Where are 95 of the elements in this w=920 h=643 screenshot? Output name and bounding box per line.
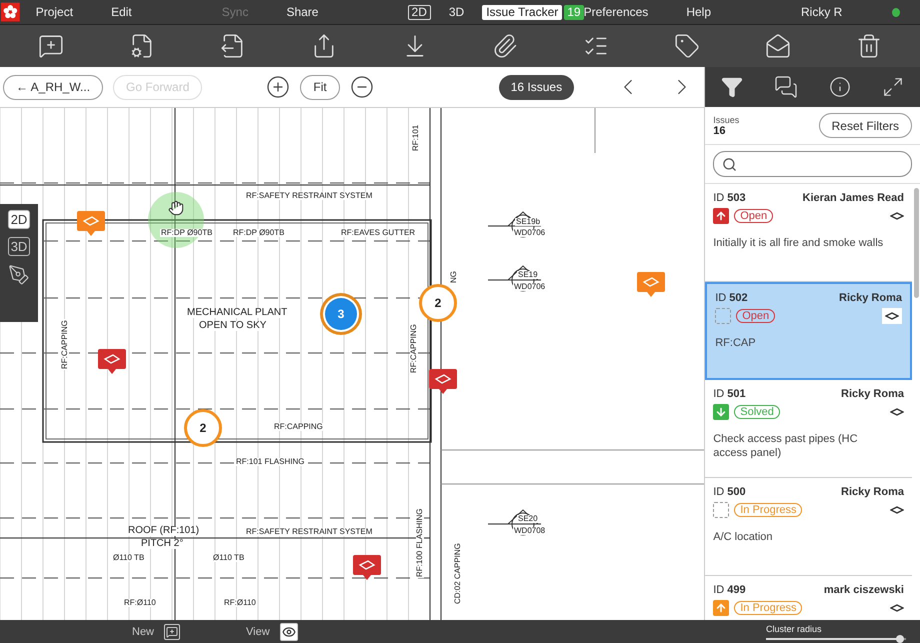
expand-icon[interactable] xyxy=(882,76,904,98)
issues-count: 16 xyxy=(713,124,726,136)
app-logo xyxy=(1,1,20,23)
drawing-label: PITCH 2° xyxy=(140,539,184,549)
zoom-in-icon[interactable] xyxy=(266,75,290,99)
comments-icon[interactable] xyxy=(774,75,798,99)
issues-label: Issues xyxy=(713,114,740,124)
pen-icon[interactable] xyxy=(8,264,30,286)
issue-id: ID 501 xyxy=(713,388,746,400)
drawing-label: RF:Ø110 xyxy=(123,599,157,607)
drawing-label: WD0708 xyxy=(513,527,546,535)
drawing-label: WD0706 xyxy=(513,283,546,291)
drawing-label: SE19b xyxy=(515,218,542,226)
issue-tracker-tab[interactable]: Issue Tracker xyxy=(482,4,562,20)
status-label: In Progress xyxy=(734,503,802,517)
drawing-label: Ø110 TB xyxy=(112,554,146,562)
fit-button[interactable]: Fit xyxy=(300,74,340,100)
issue-author: Ricky Roma xyxy=(841,388,904,400)
menu-item[interactable]: Share xyxy=(286,5,318,19)
info-icon[interactable] xyxy=(829,76,852,98)
add-comment-icon[interactable] xyxy=(38,33,64,59)
search-field[interactable] xyxy=(713,151,912,177)
menu-item[interactable]: Edit xyxy=(111,5,132,19)
issue-id: ID 499 xyxy=(713,584,746,596)
issue-cluster[interactable]: 3 xyxy=(325,298,357,330)
issue-description: Check access past pipes (HC access panel) xyxy=(713,432,859,460)
drawing-label: RF:100 FLASHING xyxy=(416,508,424,578)
new-label: New xyxy=(132,626,154,638)
pin-icon xyxy=(882,308,902,324)
drawing-label: RF:CAPPING xyxy=(61,319,69,370)
view-tab[interactable]: 2D xyxy=(8,210,30,229)
issue-id: ID 502 xyxy=(715,292,748,304)
new-issue-button[interactable] xyxy=(164,624,180,640)
drawing-label: OPEN TO SKY xyxy=(198,321,268,331)
drawing-label: RF:CAPPING xyxy=(273,423,324,431)
paperclip-icon[interactable] xyxy=(492,33,518,59)
drawing-label: NG xyxy=(450,270,458,284)
issue-author: Ricky Roma xyxy=(839,292,902,304)
status-label: Solved xyxy=(734,405,780,419)
drawing-label: RF:101 xyxy=(412,124,420,152)
issue-description: A/C location xyxy=(713,530,774,544)
reset-filters-button[interactable]: Reset Filters xyxy=(818,113,912,138)
scrollbar[interactable] xyxy=(914,188,919,298)
issue-author: Ricky Roma xyxy=(841,486,904,498)
cluster-radius-label: Cluster radius xyxy=(766,624,823,634)
issue-description: Initially it is all fire and smoke walls xyxy=(713,236,884,250)
issue-count-label: 16 Issues xyxy=(498,74,574,100)
pin-icon xyxy=(890,211,904,221)
menu-item[interactable]: Project xyxy=(36,5,74,19)
mode-tab[interactable]: 2D xyxy=(408,4,431,20)
drawing-label: RF:EAVES GUTTER xyxy=(340,229,416,237)
issue-author: mark ciszewski xyxy=(824,584,904,596)
slider-thumb[interactable] xyxy=(896,634,904,642)
drawing-label: RF:SAFETY RESTRAINT SYSTEM xyxy=(245,528,374,536)
drawing-label: RF:DP Ø90TB xyxy=(232,229,286,237)
tag-icon[interactable] xyxy=(674,33,700,59)
drawing-label: CD:02 CAPPING xyxy=(454,542,462,605)
drawing-label: WD0706 xyxy=(513,229,546,237)
drawing-label: MECHANICAL PLANT xyxy=(186,308,288,318)
view-label: View xyxy=(246,626,270,638)
drawing-label: RF:SAFETY RESTRAINT SYSTEM xyxy=(245,192,374,200)
drawing-label: ROOF (RF:101) xyxy=(127,526,200,536)
status-label: In Progress xyxy=(734,601,802,615)
zoom-out-icon[interactable] xyxy=(350,75,374,99)
drawing-label: SE20 xyxy=(517,515,539,523)
issue-author: Kieran James Read xyxy=(802,192,904,204)
pin-icon xyxy=(890,407,904,417)
issue-description: RF:CAP xyxy=(715,336,757,350)
issue-card[interactable]: ID 502 Ricky Roma Open RF:CAP xyxy=(705,282,912,380)
drawing-label: RF:101 FLASHING xyxy=(235,458,306,466)
menu-item[interactable]: Preferences xyxy=(584,5,648,19)
pin-icon xyxy=(890,505,904,515)
view-tab[interactable]: 3D xyxy=(8,237,30,256)
drawing-label: RF:CAPPING xyxy=(410,323,418,374)
issue-count-badge: 19 xyxy=(564,4,584,20)
issue-id: ID 503 xyxy=(713,192,746,204)
user-name[interactable]: Ricky R xyxy=(801,5,842,19)
search-icon xyxy=(722,156,738,172)
drawing-label: RF:DP Ø90TB xyxy=(160,229,214,237)
mode-tab[interactable]: 3D xyxy=(444,4,468,20)
drawing-label: RF:Ø110 xyxy=(223,599,257,607)
status-label: Open xyxy=(734,209,774,223)
menu-item[interactable]: Help xyxy=(686,5,711,19)
drawing-label: Ø110 TB xyxy=(212,554,246,562)
status-label: Open xyxy=(736,309,776,323)
drawing-label: SE19 xyxy=(517,271,539,279)
back-button[interactable]: ← A_RH_W... xyxy=(3,74,104,100)
issue-id: ID 500 xyxy=(713,486,746,498)
view-button[interactable] xyxy=(280,622,298,640)
issue-pin[interactable] xyxy=(353,555,381,581)
envelope-icon[interactable] xyxy=(764,33,791,59)
issue-pin[interactable] xyxy=(429,369,457,395)
trash-icon[interactable] xyxy=(856,33,882,59)
pin-icon xyxy=(890,603,904,613)
filter-icon[interactable] xyxy=(720,76,743,98)
